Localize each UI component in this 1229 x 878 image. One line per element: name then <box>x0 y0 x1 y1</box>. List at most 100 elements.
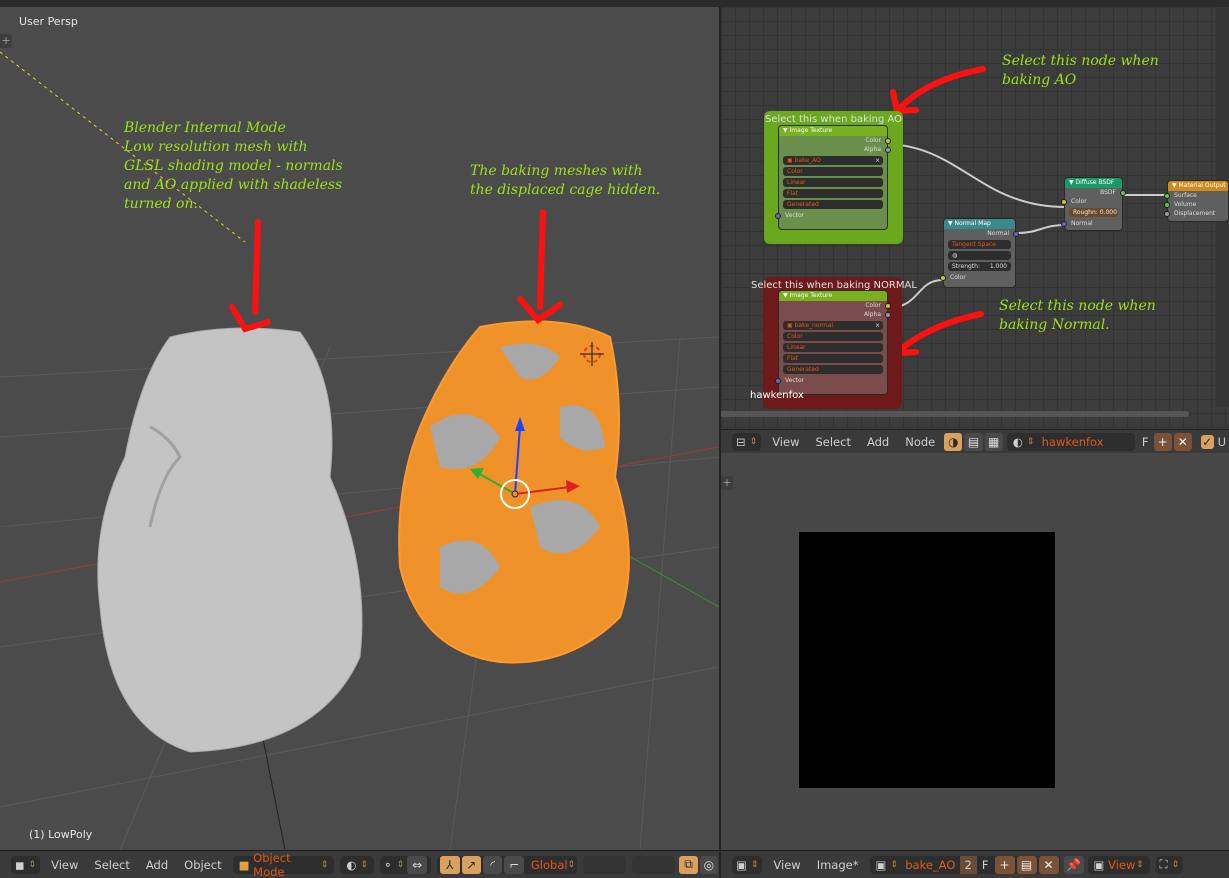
unlink-material-icon[interactable]: ✕ <box>1173 432 1192 451</box>
material-selector[interactable]: ◐ ⇕ hawkenfox <box>1006 432 1135 451</box>
uv-map-field[interactable]: ◍ <box>948 251 1011 260</box>
menu-object[interactable]: Object <box>176 858 229 872</box>
image-selector[interactable]: ▣ bake_AO ⨯ <box>783 156 883 165</box>
manipulator-toggle-icon[interactable]: ⅄ <box>440 855 460 874</box>
lowpoly-mesh <box>97 327 363 753</box>
annotation-normal: Select this node when baking Normal. <box>999 298 1156 333</box>
pivot-icon: ⚬ <box>382 857 393 872</box>
roughness-field[interactable]: Roughn: 0.000 <box>1069 208 1118 217</box>
input-vector: Vector <box>775 211 887 220</box>
image-selector[interactable]: ▣ bake_normal ⨯ <box>783 321 883 330</box>
pivot-selector[interactable]: ⛶ ⇕ <box>1155 855 1184 874</box>
input-surface: Surface <box>1164 191 1228 200</box>
viewport-shading-selector[interactable]: ◐ ⇕ <box>340 855 374 874</box>
menu-add[interactable]: Add <box>138 858 176 872</box>
unlink-image-icon[interactable]: ✕ <box>1038 855 1059 874</box>
lock-layers-icon[interactable]: ⧉ <box>679 855 698 874</box>
input-color: Color <box>1061 197 1122 206</box>
editor-type-selector[interactable]: ▣ ⇕ <box>732 855 763 874</box>
image-editor-header: ▣ ⇕ View Image* ▣ ⇕ bake_AO 2 F + ▤ ✕ 📌 ▣ … <box>721 850 1229 878</box>
texture-nodes-icon[interactable]: ▦ <box>984 432 1003 451</box>
image-browse-icon: ▣ <box>875 857 887 872</box>
3d-viewport[interactable]: User Persp + Blender Internal Mode Low r… <box>0 7 719 850</box>
node-material-output[interactable]: ▼ Material Output Surface Volume Displac… <box>1164 180 1229 222</box>
pin-icon[interactable]: 📌 <box>1063 855 1084 874</box>
scale-manipulator-icon[interactable]: ⌐ <box>504 855 524 874</box>
viewport-scene <box>0 51 719 850</box>
transform-orientation[interactable]: Global <box>531 858 568 872</box>
top-header-strip <box>0 0 1229 7</box>
menu-view[interactable]: View <box>765 858 808 872</box>
projection-dropdown[interactable]: Flat <box>783 189 883 198</box>
translate-manipulator-icon[interactable]: ↗ <box>461 855 481 874</box>
annotation-left: Blender Internal Mode Low resolution mes… <box>124 120 343 212</box>
image-editor-icon: ▣ <box>736 857 747 872</box>
toolshelf-expand-button[interactable]: + <box>721 476 733 490</box>
extension-dropdown[interactable]: Generated <box>783 200 883 209</box>
extension-dropdown[interactable]: Generated <box>783 365 883 374</box>
node-editor-header: ⊟ ⇕ View Select Add Node ◑ ▤ ▦ ◐ ⇕ hawkenf… <box>721 429 1229 453</box>
menu-view[interactable]: View <box>43 858 86 872</box>
pivot-selector[interactable]: ⚬ ⇕ ⇔ <box>379 855 432 874</box>
node-image-texture-normal[interactable]: ▼ Image Texture Color Alpha ▣ bake_norma… <box>775 290 891 395</box>
image-editor[interactable]: + <box>721 453 1229 850</box>
baked-image-canvas[interactable] <box>799 532 1055 788</box>
node-diffuse-bsdf[interactable]: ▼ Diffuse BSDF BSDF Color Roughn: 0.000 … <box>1061 177 1126 231</box>
output-bsdf: BSDF <box>1065 188 1126 197</box>
open-image-icon[interactable]: ▤ <box>1016 855 1037 874</box>
compositing-nodes-icon[interactable]: ▤ <box>964 432 983 451</box>
display-icon: ▣ <box>1093 857 1105 872</box>
interpolation-dropdown[interactable]: Linear <box>783 343 883 352</box>
shader-nodes-icon[interactable]: ◑ <box>944 432 963 451</box>
node-normal-map[interactable]: ▼ Normal Map Normal Tangent Space ◍ Stre… <box>940 218 1019 288</box>
manipulate-center-points-button[interactable]: ⇔ <box>407 855 428 874</box>
input-displacement: Displacement <box>1164 209 1228 218</box>
image-selector[interactable]: ▣ ⇕ bake_AO 2 F + ▤ ✕ <box>869 855 1060 874</box>
output-alpha: Alpha <box>779 310 891 319</box>
node-tree-icon: ⊟ <box>736 434 746 449</box>
object-mode-icon: ■ <box>238 857 250 872</box>
object-label: (1) LowPoly <box>29 828 93 841</box>
mode-selector[interactable]: ■ Object Mode ⇕ <box>232 851 335 878</box>
rotate-manipulator-icon[interactable]: ◜ <box>483 855 503 874</box>
manipulator-group: ⅄ ↗ ◜ ⌐ Global ⇕ <box>437 855 578 874</box>
node-header: ▼ Image Texture <box>779 291 887 301</box>
node-image-texture-ao[interactable]: ▼ Image Texture Color Alpha ▣ bake_AO ⨯ … <box>775 125 891 230</box>
strength-field[interactable]: Strength: 1.000 <box>948 262 1011 271</box>
pivot-bounding-box-icon: ⛶ <box>1159 857 1168 871</box>
material-sphere-icon: ◐ <box>1012 434 1023 449</box>
editor-type-selector[interactable]: ◼ ⇕ <box>11 855 41 874</box>
color-space-dropdown[interactable]: Color <box>783 332 883 341</box>
fake-user-button[interactable]: F <box>977 858 994 872</box>
use-nodes-checkbox[interactable]: ✓ <box>1200 434 1214 449</box>
editor-type-selector[interactable]: ⊟ ⇕ <box>732 432 762 451</box>
menu-add[interactable]: Add <box>859 435 897 449</box>
layer-buttons-2[interactable] <box>632 855 676 874</box>
interpolation-dropdown[interactable]: Linear <box>783 178 883 187</box>
projection-dropdown[interactable]: Flat <box>783 354 883 363</box>
new-image-icon[interactable]: + <box>994 855 1015 874</box>
new-material-icon[interactable]: + <box>1153 432 1172 451</box>
menu-image[interactable]: Image* <box>809 858 867 872</box>
color-space-dropdown[interactable]: Color <box>783 167 883 176</box>
output-color: Color <box>779 136 891 145</box>
layer-buttons-1[interactable] <box>583 855 627 874</box>
space-dropdown[interactable]: Tangent Space <box>948 240 1011 249</box>
annotation-arrow-normal <box>892 311 984 357</box>
render-preview-icon[interactable]: ◎ <box>699 855 718 874</box>
node-header: ▼ Image Texture <box>779 126 887 136</box>
output-normal: Normal <box>944 229 1019 238</box>
output-alpha: Alpha <box>779 145 891 154</box>
menu-node[interactable]: Node <box>897 435 943 449</box>
menu-select[interactable]: Select <box>807 435 858 449</box>
display-mode-selector[interactable]: ▣ View ⇕ <box>1087 855 1150 874</box>
menu-select[interactable]: Select <box>86 858 137 872</box>
node-editor[interactable]: Select this when baking AO ▼ Image Textu… <box>721 7 1229 429</box>
fake-user-button[interactable]: F <box>1138 435 1153 449</box>
input-color: Color <box>940 273 1015 282</box>
toolshelf-expand-button[interactable]: + <box>0 34 12 48</box>
menu-view[interactable]: View <box>764 435 807 449</box>
annotation-arrow-right <box>517 209 563 324</box>
annotation-arrow-ao <box>890 66 986 115</box>
use-nodes-label: U <box>1217 434 1226 449</box>
